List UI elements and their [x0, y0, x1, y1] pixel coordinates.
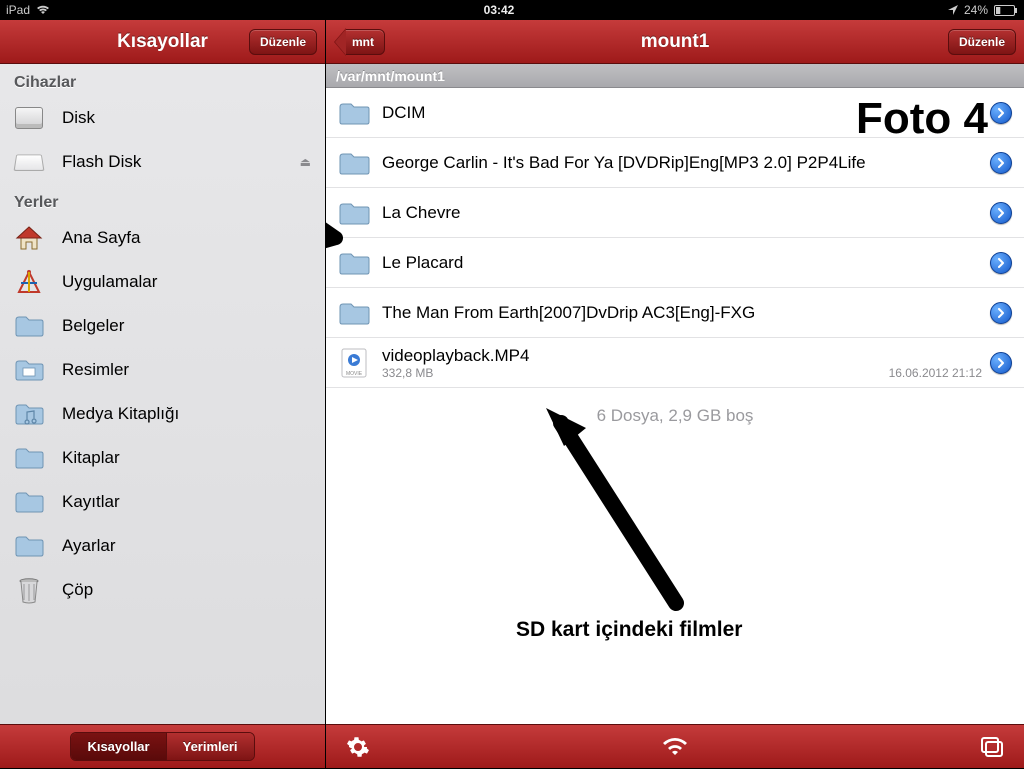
sidebar-item-recordings[interactable]: Kayıtlar — [0, 480, 325, 524]
location-icon — [948, 5, 958, 15]
sidebar-navbar: Kısayollar Düzenle — [0, 20, 325, 64]
chevron-left-icon — [334, 28, 346, 56]
status-device: iPad — [6, 3, 30, 17]
sidebar-item-label: Belgeler — [62, 316, 124, 336]
section-header-devices: Cihazlar — [0, 64, 325, 96]
sidebar-item-settings[interactable]: Ayarlar — [0, 524, 325, 568]
folder-icon — [14, 311, 44, 341]
section-header-places: Yerler — [0, 184, 325, 216]
sidebar-item-books[interactable]: Kitaplar — [0, 436, 325, 480]
file-name: videoplayback.MP4 — [382, 346, 982, 366]
sidebar-item-label: Flash Disk — [62, 152, 141, 172]
sidebar-item-home[interactable]: Ana Sayfa — [0, 216, 325, 260]
movie-file-icon: MOVIE — [338, 349, 370, 377]
main-panel: mnt mount1 Düzenle /var/mnt/mount1 DCIM G… — [326, 20, 1024, 768]
main-edit-button[interactable]: Düzenle — [948, 29, 1016, 55]
main-toolbar — [326, 724, 1024, 768]
file-meta: 332,8 MB16.06.2012 21:12 — [382, 366, 982, 380]
sidebar-item-label: Ayarlar — [62, 536, 116, 556]
main-title: mount1 — [326, 31, 1024, 53]
wifi-icon — [36, 5, 50, 15]
disclosure-button[interactable] — [990, 152, 1012, 174]
sidebar-item-label: Kitaplar — [62, 448, 120, 468]
disclosure-button[interactable] — [990, 352, 1012, 374]
folder-icon — [338, 99, 370, 127]
svg-text:MOVIE: MOVIE — [346, 371, 363, 377]
status-time: 03:42 — [50, 3, 948, 17]
sidebar-item-label: Disk — [62, 108, 95, 128]
file-name: The Man From Earth[2007]DvDrip AC3[Eng]-… — [382, 303, 982, 323]
harddisk-icon — [14, 103, 44, 133]
folder-row[interactable]: La Chevre — [326, 188, 1024, 238]
sidebar-item-label: Uygulamalar — [62, 272, 157, 292]
sidebar-item-media[interactable]: Medya Kitaplığı — [0, 392, 325, 436]
sidebar-item-trash[interactable]: Çöp — [0, 568, 325, 612]
path-text: /var/mnt/mount1 — [336, 68, 445, 84]
back-button-label: mnt — [346, 29, 385, 55]
disclosure-button[interactable] — [990, 202, 1012, 224]
segment-bookmarks[interactable]: Yerimleri — [166, 733, 254, 760]
sidebar-item-label: Kayıtlar — [62, 492, 120, 512]
file-row[interactable]: MOVIE videoplayback.MP4332,8 MB16.06.2012… — [326, 338, 1024, 388]
music-folder-icon — [14, 399, 44, 429]
battery-icon — [994, 5, 1018, 16]
sidebar-edit-button[interactable]: Düzenle — [249, 29, 317, 55]
segment-shortcuts[interactable]: Kısayollar — [71, 733, 165, 760]
sidebar-segment: Kısayollar Yerimleri — [70, 732, 254, 761]
sidebar-toolbar: Kısayollar Yerimleri — [0, 724, 325, 768]
status-bar: iPad 03:42 24% — [0, 0, 1024, 20]
disclosure-button[interactable] — [990, 102, 1012, 124]
status-battery-pct: 24% — [964, 3, 988, 17]
sidebar-item-flashdisk[interactable]: Flash Disk ⏏ — [0, 140, 325, 184]
folder-row[interactable]: DCIM — [326, 88, 1024, 138]
sidebar-item-apps[interactable]: Uygulamalar — [0, 260, 325, 304]
sidebar-item-label: Ana Sayfa — [62, 228, 140, 248]
disclosure-button[interactable] — [990, 252, 1012, 274]
folder-icon — [338, 149, 370, 177]
back-button[interactable]: mnt — [334, 28, 385, 56]
eject-icon[interactable]: ⏏ — [300, 155, 311, 169]
file-name: Le Placard — [382, 253, 982, 273]
sidebar-item-label: Çöp — [62, 580, 93, 600]
main-navbar: mnt mount1 Düzenle — [326, 20, 1024, 64]
folder-row[interactable]: Le Placard — [326, 238, 1024, 288]
home-icon — [14, 223, 44, 253]
folder-icon — [14, 443, 44, 473]
file-name: DCIM — [382, 103, 982, 123]
windows-icon[interactable] — [972, 725, 1012, 769]
path-bar: /var/mnt/mount1 — [326, 64, 1024, 88]
file-name: George Carlin - It's Bad For Ya [DVDRip]… — [382, 153, 982, 173]
folder-row[interactable]: The Man From Earth[2007]DvDrip AC3[Eng]-… — [326, 288, 1024, 338]
folder-row[interactable]: George Carlin - It's Bad For Ya [DVDRip]… — [326, 138, 1024, 188]
trash-icon — [14, 575, 44, 605]
flashdisk-icon — [14, 147, 44, 177]
folder-icon — [338, 299, 370, 327]
file-name: La Chevre — [382, 203, 982, 223]
file-list[interactable]: DCIM George Carlin - It's Bad For Ya [DVD… — [326, 88, 1024, 724]
sidebar-item-disk[interactable]: Disk — [0, 96, 325, 140]
wifi-toolbar-icon[interactable] — [655, 725, 695, 769]
folder-icon — [338, 199, 370, 227]
list-summary: 6 Dosya, 2,9 GB boş — [326, 388, 1024, 444]
sidebar-item-label: Medya Kitaplığı — [62, 404, 179, 424]
annotation-caption: SD kart içindeki filmler — [516, 618, 742, 642]
folder-icon — [14, 531, 44, 561]
sidebar-item-documents[interactable]: Belgeler — [0, 304, 325, 348]
sidebar-item-pictures[interactable]: Resimler — [0, 348, 325, 392]
folder-icon — [14, 487, 44, 517]
sidebar: Kısayollar Düzenle Cihazlar Disk Flash D… — [0, 20, 326, 768]
pictures-folder-icon — [14, 355, 44, 385]
settings-gear-icon[interactable] — [338, 725, 378, 769]
apps-icon — [14, 267, 44, 297]
folder-icon — [338, 249, 370, 277]
sidebar-item-label: Resimler — [62, 360, 129, 380]
disclosure-button[interactable] — [990, 302, 1012, 324]
